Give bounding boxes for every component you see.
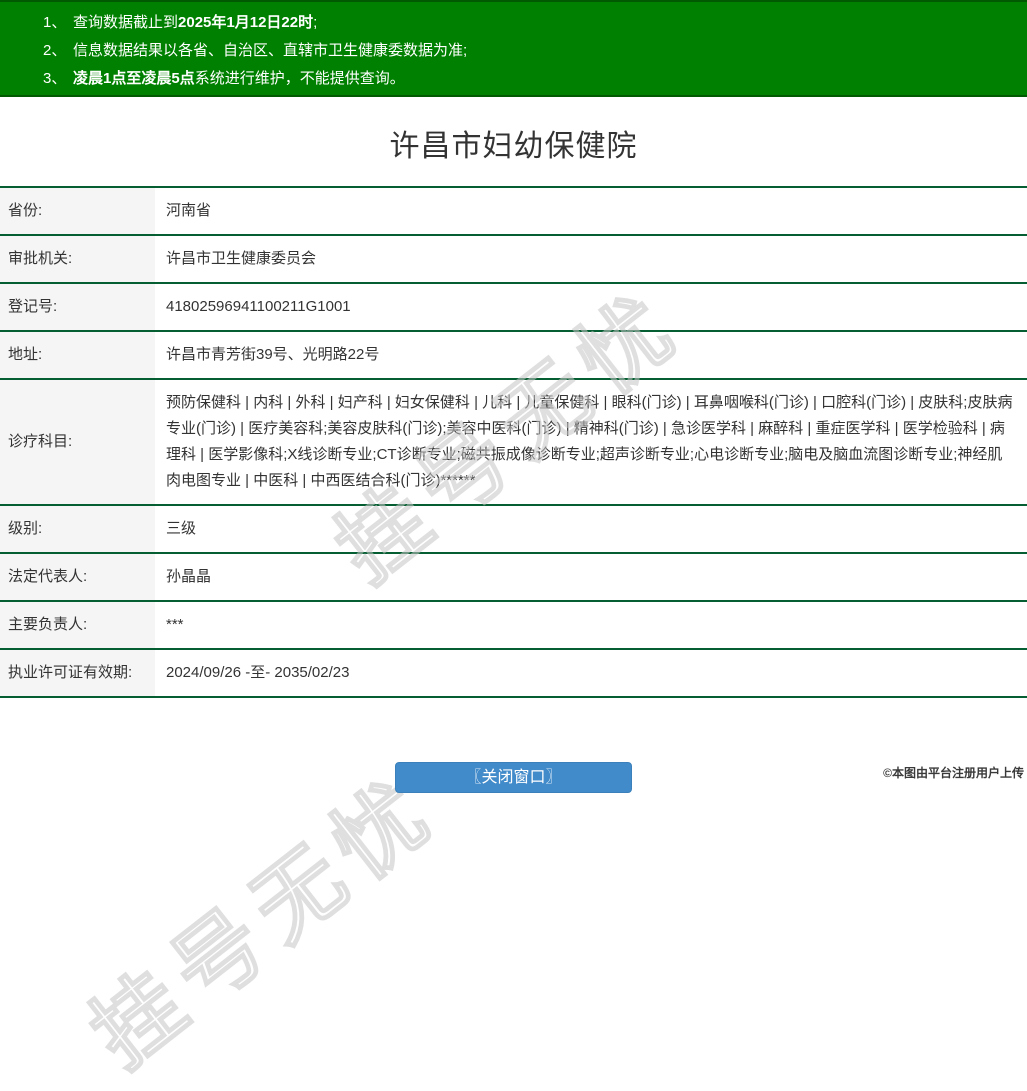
notice-text: 信息数据结果以各省、自治区、直辖市卫生健康委数据为准; bbox=[73, 42, 468, 59]
notice-text-bold: 2025年1月12日22时 bbox=[178, 14, 314, 31]
table-row-legal-representative: 法定代表人: 孙晶晶 bbox=[0, 553, 1027, 601]
field-value: 许昌市卫生健康委员会 bbox=[166, 250, 317, 267]
field-value: *** bbox=[166, 616, 184, 633]
notice-text: 查询数据截止到 bbox=[73, 14, 179, 31]
notice-text: 系统进行维护，不能提供查询。 bbox=[194, 70, 405, 87]
table-row-level: 级别: 三级 bbox=[0, 505, 1027, 553]
hospital-info-table: 省份: 河南省 审批机关: 许昌市卫生健康委员会 登记号: 4180259694… bbox=[0, 186, 1027, 698]
table-row-principal: 主要负责人: *** bbox=[0, 601, 1027, 649]
field-value: 河南省 bbox=[166, 202, 212, 219]
field-label: 地址: bbox=[0, 331, 155, 379]
notice-number: 3、 bbox=[43, 70, 67, 87]
field-label: 诊疗科目: bbox=[0, 379, 155, 505]
field-value: 41802596941100211G1001 bbox=[166, 298, 351, 315]
table-row-province: 省份: 河南省 bbox=[0, 187, 1027, 235]
table-row-address: 地址: 许昌市青芳街39号、光明路22号 bbox=[0, 331, 1027, 379]
field-label: 审批机关: bbox=[0, 235, 155, 283]
table-row-departments: 诊疗科目: 预防保健科 | 内科 | 外科 | 妇产科 | 妇女保健科 | 儿科… bbox=[0, 379, 1027, 505]
page-title: 许昌市妇幼保健院 bbox=[389, 130, 638, 163]
field-label: 主要负责人: bbox=[0, 601, 155, 649]
notice-item-1: 1、 查询数据截止到2025年1月12日22时; bbox=[43, 9, 1027, 37]
field-value: 许昌市青芳街39号、光明路22号 bbox=[166, 346, 380, 363]
notice-text-bold: 凌晨1点至凌晨5点 bbox=[73, 70, 195, 87]
notice-item-3: 3、 凌晨1点至凌晨5点系统进行维护，不能提供查询。 bbox=[43, 65, 1027, 93]
table-row-approval-authority: 审批机关: 许昌市卫生健康委员会 bbox=[0, 235, 1027, 283]
notice-number: 2、 bbox=[43, 42, 67, 59]
field-value: 孙晶晶 bbox=[166, 568, 212, 585]
notice-number: 1、 bbox=[43, 14, 67, 31]
field-label: 省份: bbox=[0, 187, 155, 235]
notice-item-2: 2、 信息数据结果以各省、自治区、直辖市卫生健康委数据为准; bbox=[43, 37, 1027, 65]
field-label: 执业许可证有效期: bbox=[0, 649, 155, 697]
close-window-button[interactable]: 〖关闭窗口〗 bbox=[395, 762, 632, 793]
field-label: 级别: bbox=[0, 505, 155, 553]
field-value: 预防保健科 | 内科 | 外科 | 妇产科 | 妇女保健科 | 儿科 | 儿童保… bbox=[166, 394, 1013, 489]
table-row-license-validity: 执业许可证有效期: 2024/09/26 -至- 2035/02/23 bbox=[0, 649, 1027, 697]
field-label: 法定代表人: bbox=[0, 553, 155, 601]
field-value: 2024/09/26 -至- 2035/02/23 bbox=[166, 664, 350, 681]
notice-banner: 1、 查询数据截止到2025年1月12日22时; 2、 信息数据结果以各省、自治区、… bbox=[0, 0, 1027, 97]
table-row-registration-number: 登记号: 41802596941100211G1001 bbox=[0, 283, 1027, 331]
field-label: 登记号: bbox=[0, 283, 155, 331]
notice-text: ; bbox=[313, 14, 318, 31]
field-value: 三级 bbox=[166, 520, 197, 537]
copyright-note: ©本图由平台注册用户上传 bbox=[883, 766, 1024, 780]
